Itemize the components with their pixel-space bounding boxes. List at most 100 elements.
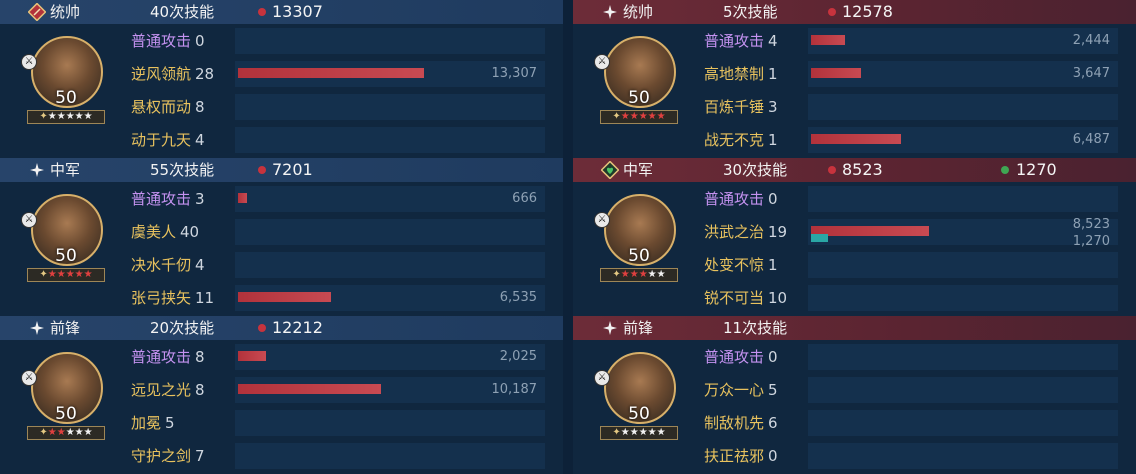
hero-portrait[interactable]: ⚔ 50 ✦★★★★★ (594, 352, 678, 452)
sparkle-icon (601, 319, 619, 337)
skill-level: 6 (768, 414, 778, 432)
skill-row[interactable]: 虞美人 40 (123, 216, 545, 246)
skill-name-text: 百炼千锤 (704, 98, 765, 116)
skill-row[interactable]: 普通攻击 4 2,444 (696, 25, 1118, 55)
skill-name: 百炼千锤 3 (704, 96, 778, 117)
skill-row[interactable]: 万众一心 5 (696, 374, 1118, 404)
skill-bar-track (235, 28, 545, 54)
skill-name: 普通攻击 8 (131, 346, 205, 367)
skill-level: 8 (195, 348, 205, 366)
skill-row[interactable]: 普通攻击 8 2,025 (123, 341, 545, 371)
skill-level: 3 (195, 190, 205, 208)
skill-row[interactable]: 普通攻击 3 666 (123, 183, 545, 213)
skill-row[interactable]: 逆风领航 28 13,307 (123, 58, 545, 88)
skill-count: 11次技能 (723, 319, 788, 337)
skill-row[interactable]: 高地禁制 1 3,647 (696, 58, 1118, 88)
skill-name-text: 普通攻击 (704, 190, 765, 208)
diamond-badge-icon (27, 2, 47, 22)
skill-bar-track (235, 127, 545, 153)
skill-name-text: 普通攻击 (131, 348, 192, 366)
skill-name-text: 普通攻击 (704, 348, 765, 366)
skill-row[interactable]: 加冕 5 (123, 407, 545, 437)
hero-body: ⚔ 50 ✦★★★★★ 普通攻击 4 2,444 高地禁制 1 3,647 百炼千锤 3 战无不克 1 6… (573, 24, 1136, 158)
skill-count: 40次技能 (150, 3, 215, 21)
sparkle-icon (28, 319, 46, 337)
skill-row[interactable]: 张弓挟矢 11 6,535 (123, 282, 545, 312)
skill-row[interactable]: 普通攻击 0 (696, 183, 1118, 213)
skill-row[interactable]: 决水千仞 4 (123, 249, 545, 279)
hero-portrait[interactable]: ⚔ 50 ✦★★★★★ (21, 36, 105, 136)
hero-portrait[interactable]: ⚔ 50 ✦★★★★★ (21, 194, 105, 294)
damage-bar (811, 35, 845, 45)
hero-portrait[interactable]: ⚔ 50 ✦★★★★★ (21, 352, 105, 452)
skill-row[interactable]: 远见之光 8 10,187 (123, 374, 545, 404)
skill-level: 10 (768, 289, 788, 307)
skill-name: 处变不惊 1 (704, 254, 778, 275)
skill-bar-track (235, 252, 545, 278)
damage-bar (238, 384, 381, 394)
hero-body: ⚔ 50 ✦★★★★★ 普通攻击 0 万众一心 5 制敌机先 6 扶正祛邪 0 (573, 340, 1136, 474)
skill-row[interactable]: 处变不惊 1 (696, 249, 1118, 279)
hero-portrait[interactable]: ⚔ 50 ✦★★★★★ (594, 194, 678, 294)
damage-dot-icon (258, 8, 266, 16)
skill-row[interactable]: 动于九天 4 (123, 124, 545, 154)
skill-name: 加冕 5 (131, 412, 175, 433)
skill-row[interactable]: 悬权而动 8 (123, 91, 545, 121)
skill-bar-track (808, 186, 1118, 212)
star-rating: ✦★★★★★ (27, 268, 105, 282)
skill-name: 扶正祛邪 0 (704, 445, 778, 466)
skill-row[interactable]: 扶正祛邪 0 (696, 440, 1118, 470)
skill-row[interactable]: 战无不克 1 6,487 (696, 124, 1118, 154)
damage-bar (238, 193, 247, 203)
hero-level: 50 (628, 404, 650, 424)
skill-name: 普通攻击 3 (131, 188, 205, 209)
skill-name: 普通攻击 0 (704, 346, 778, 367)
hero-card: 前锋 20次技能 12212 ⚔ 50 ✦★★★★★ 普通攻击 8 2,025 远见之光 8 10,1… (0, 316, 563, 474)
skill-bar-track (235, 410, 545, 436)
skill-name: 张弓挟矢 11 (131, 287, 214, 308)
skill-row[interactable]: 普通攻击 0 (123, 25, 545, 55)
skill-damage-value: 6,535 (499, 290, 537, 305)
skill-level: 4 (768, 32, 778, 50)
skill-level: 28 (195, 65, 215, 83)
role-label: 统帅 (623, 3, 654, 21)
hero-level: 50 (628, 88, 650, 108)
skill-row[interactable]: 洪武之治 19 8,523 1,270 (696, 216, 1118, 249)
chariot-icon: ⚔ (594, 370, 610, 386)
hero-header: 前锋 11次技能 (573, 316, 1136, 340)
damage-total: 8523 (842, 160, 883, 179)
skill-level: 1 (768, 65, 778, 83)
skill-name: 锐不可当 10 (704, 287, 787, 308)
skill-count: 5次技能 (723, 3, 778, 21)
skill-bar-track (808, 28, 1118, 54)
hero-card: 前锋 11次技能 ⚔ 50 ✦★★★★★ 普通攻击 0 万众一心 5 制敌机先 6 扶正祛邪 0 (573, 316, 1136, 474)
skill-bar-track (808, 285, 1118, 311)
skill-bar-track (808, 377, 1118, 403)
skill-damage-value: 8,523 (1072, 217, 1110, 232)
skill-name-text: 战无不克 (704, 131, 765, 149)
skill-row[interactable]: 普通攻击 0 (696, 341, 1118, 371)
hero-portrait[interactable]: ⚔ 50 ✦★★★★★ (594, 36, 678, 136)
hero-header: 统帅 40次技能 13307 (0, 0, 563, 24)
skill-level: 0 (768, 190, 778, 208)
skill-level: 4 (195, 256, 205, 274)
star-rating: ✦★★★★★ (600, 426, 678, 440)
heal-dot-icon (1001, 166, 1009, 174)
skill-name-text: 普通攻击 (704, 32, 765, 50)
skill-row[interactable]: 锐不可当 10 (696, 282, 1118, 312)
skill-row[interactable]: 制敌机先 6 (696, 407, 1118, 437)
skill-bar-track (808, 344, 1118, 370)
skill-damage-value: 2,444 (1072, 33, 1110, 48)
skill-level: 4 (195, 131, 205, 149)
skill-name: 远见之光 8 (131, 379, 205, 400)
skill-name-text: 普通攻击 (131, 32, 192, 50)
skill-count: 30次技能 (723, 161, 788, 179)
skill-name-text: 处变不惊 (704, 256, 765, 274)
role-label: 统帅 (50, 3, 81, 21)
skill-damage-value: 13,307 (491, 66, 538, 81)
damage-dot-icon (828, 166, 836, 174)
skill-row[interactable]: 百炼千锤 3 (696, 91, 1118, 121)
skill-row[interactable]: 守护之剑 7 (123, 440, 545, 470)
hero-body: ⚔ 50 ✦★★★★★ 普通攻击 0 洪武之治 19 8,523 1,270 处变不惊 1 锐不可当 1… (573, 182, 1136, 316)
skill-name-text: 万众一心 (704, 381, 765, 399)
